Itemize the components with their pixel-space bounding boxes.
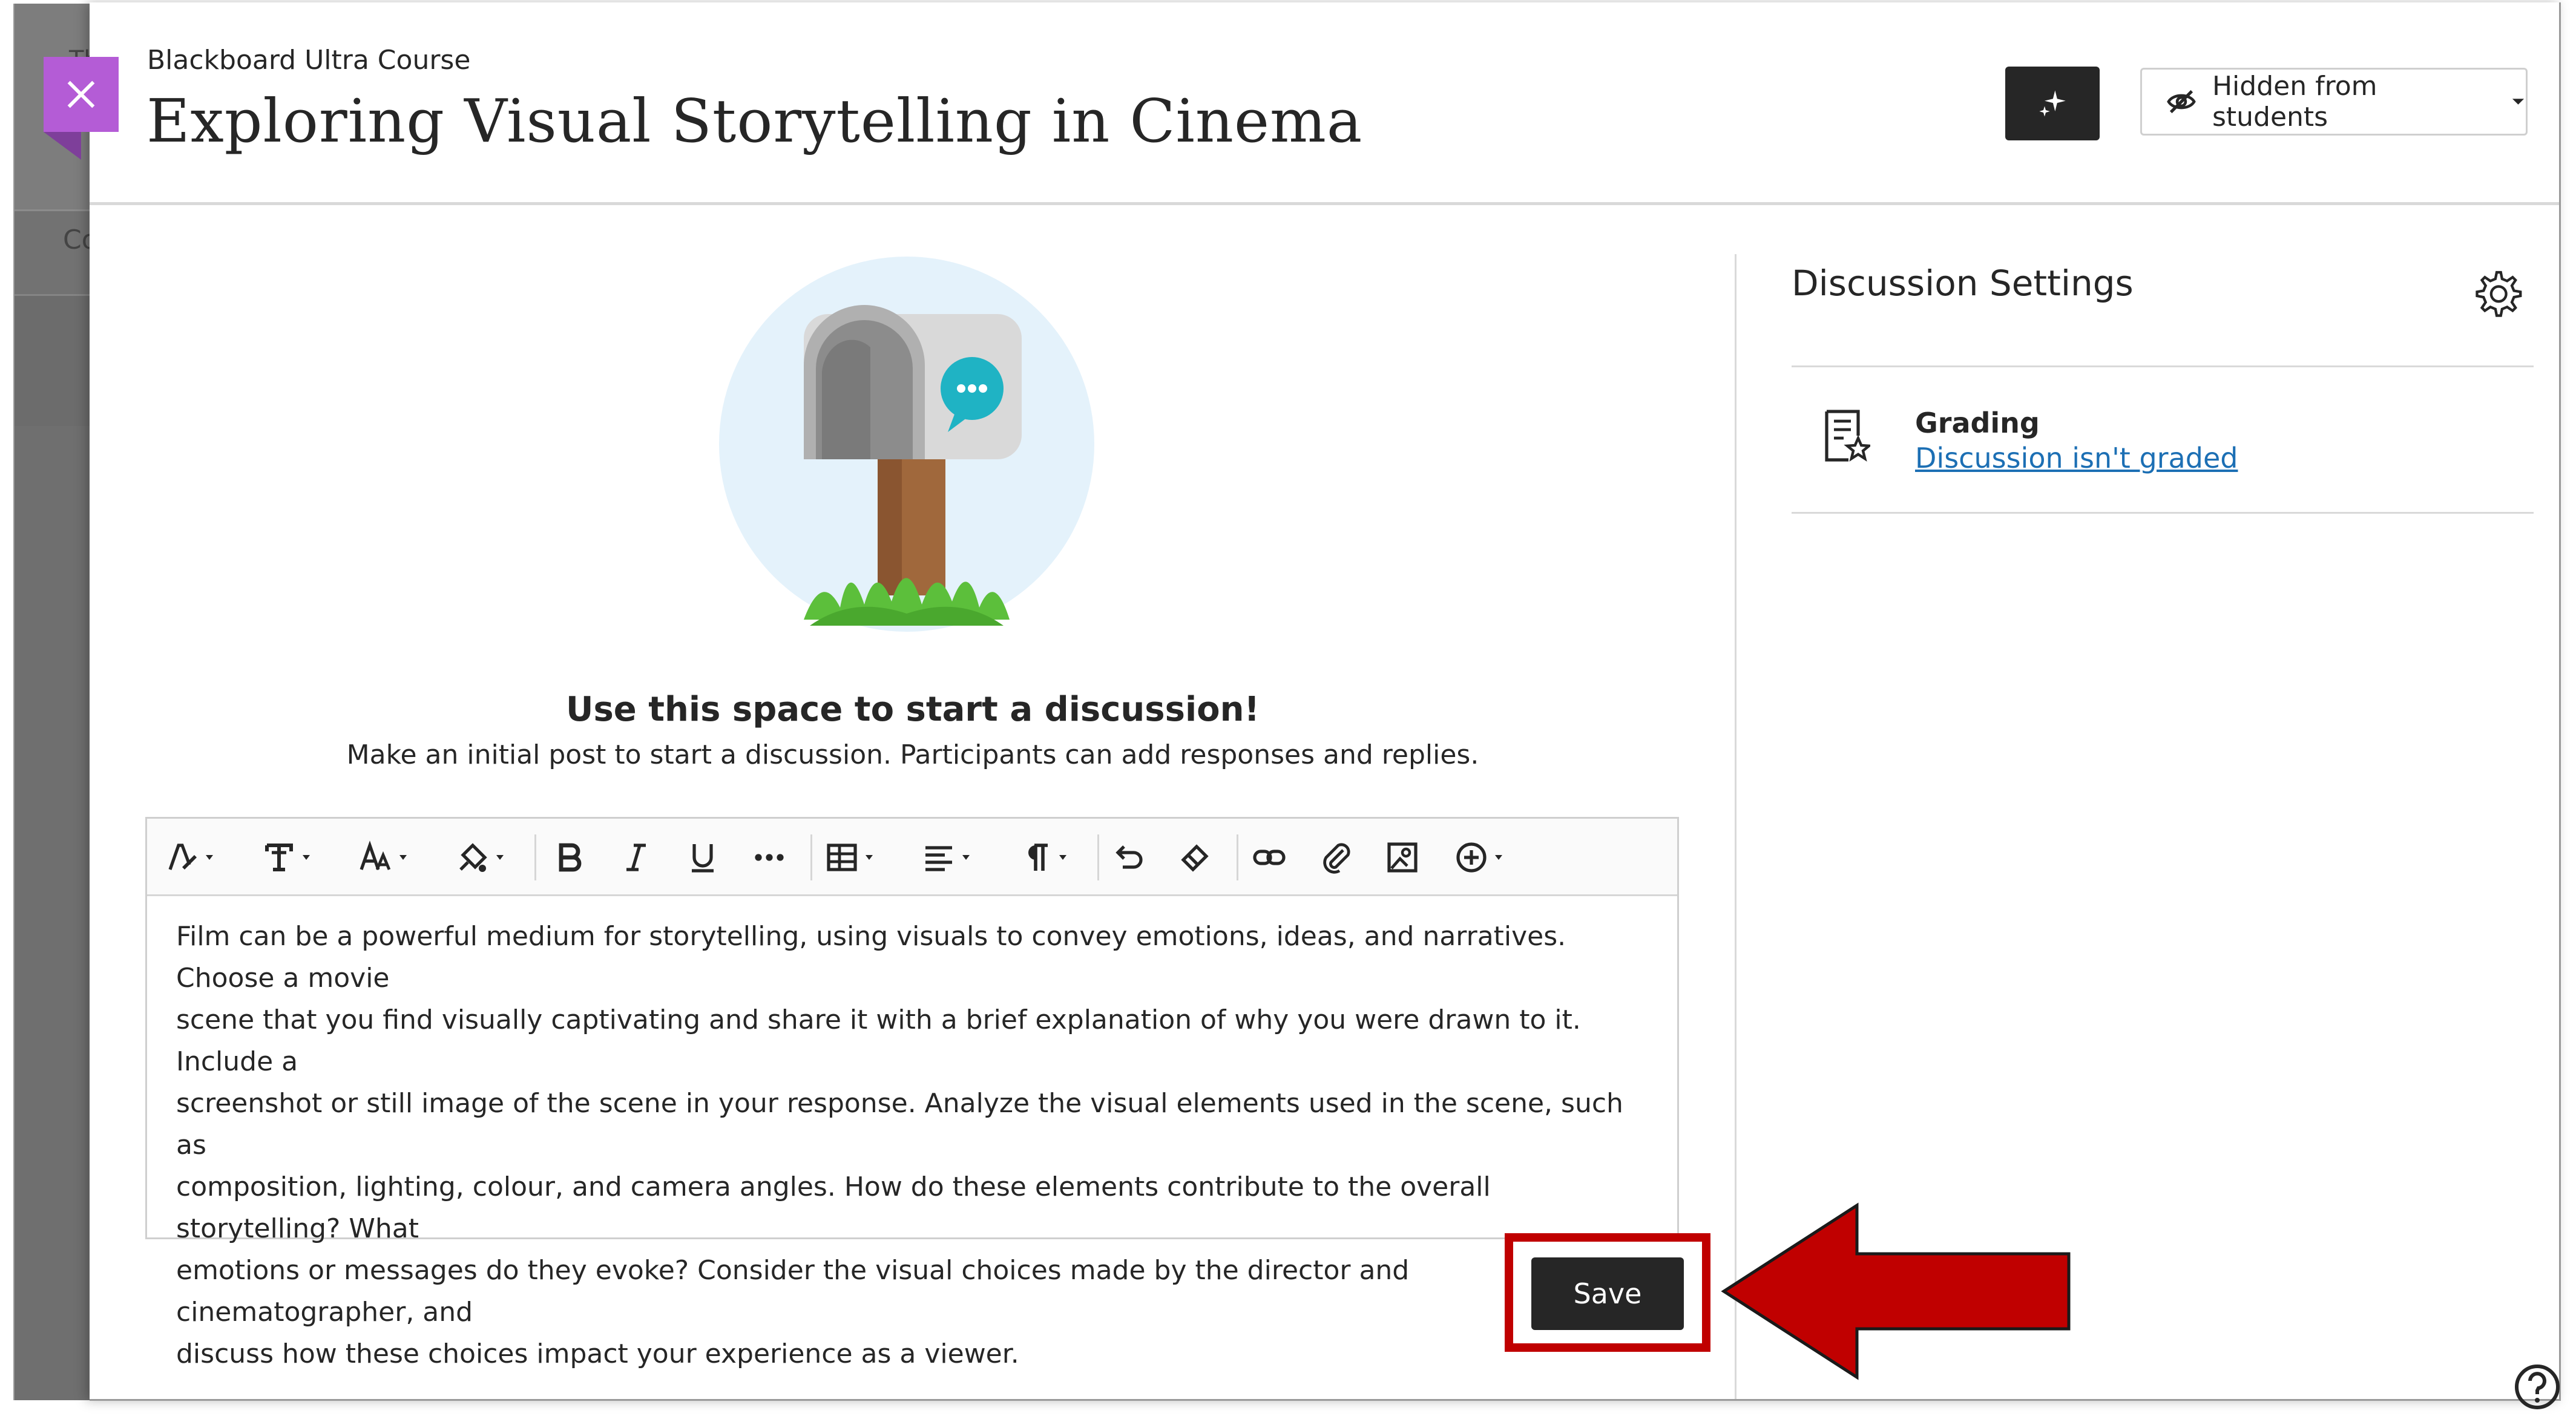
- background-course-page: Th Co: [13, 4, 99, 1400]
- align-button[interactable]: [922, 837, 970, 878]
- link-icon: [1253, 850, 1286, 865]
- visibility-dropdown[interactable]: Hidden from students: [2140, 68, 2528, 136]
- save-button[interactable]: Save: [1531, 1257, 1684, 1330]
- editor-toolbar: [147, 819, 1677, 896]
- settings-title: Discussion Settings: [1792, 263, 2134, 304]
- toolbar-divider: [810, 834, 812, 880]
- settings-separator: [1792, 365, 2534, 367]
- editor-line: scene that you find visually captivating…: [176, 1004, 1581, 1077]
- editor-line: screenshot or still image of the scene i…: [176, 1088, 1623, 1161]
- font-type-button[interactable]: [262, 837, 310, 878]
- chevron-down-icon: [496, 855, 504, 860]
- callout-arrow-icon: [1721, 1202, 2071, 1380]
- paragraph-icon: [1028, 844, 1048, 871]
- eye-slash-icon: [2167, 90, 2196, 114]
- table-icon: [827, 844, 857, 871]
- text-style-button[interactable]: [165, 837, 214, 878]
- insert-content-button[interactable]: [1454, 837, 1503, 878]
- font-size-icon: [360, 840, 391, 870]
- mailbox-illustration: [719, 257, 1094, 632]
- underline-icon: [692, 844, 714, 873]
- chevron-down-icon: [1495, 855, 1502, 860]
- chevron-down-icon: [866, 855, 873, 860]
- italic-icon: [626, 844, 646, 871]
- empty-state-heading: Use this space to start a discussion!: [565, 690, 1260, 729]
- close-button[interactable]: [44, 57, 119, 132]
- image-icon: [1387, 842, 1418, 873]
- toolbar-divider: [1237, 834, 1238, 880]
- chevron-down-icon: [206, 855, 213, 860]
- grading-icon: [1825, 410, 1870, 462]
- undo-icon: [1116, 845, 1143, 869]
- editor-line: composition, lighting, colour, and camer…: [176, 1171, 1491, 1244]
- chevron-down-icon: [1059, 855, 1066, 860]
- insert-link-button[interactable]: [1252, 837, 1286, 878]
- clear-format-button[interactable]: [1178, 837, 1212, 878]
- chevron-down-icon: [962, 855, 970, 860]
- help-icon[interactable]: [2513, 1363, 2561, 1411]
- discussion-panel: Blackboard Ultra Course Exploring Visual…: [90, 2, 2561, 1409]
- highlight-color-button[interactable]: [456, 837, 504, 878]
- align-icon: [925, 846, 952, 871]
- chevron-down-icon: [399, 855, 407, 860]
- undo-button[interactable]: [1112, 837, 1146, 878]
- visibility-label: Hidden from students: [2212, 71, 2377, 133]
- clear-format-icon: [1181, 844, 1209, 872]
- more-icon: [755, 854, 784, 861]
- settings-separator: [1792, 512, 2534, 514]
- toolbar-divider: [1097, 834, 1099, 880]
- editor-line: discuss how these choices impact your ex…: [176, 1338, 1019, 1369]
- text-style-icon: [168, 844, 197, 870]
- insert-image-button[interactable]: [1385, 837, 1419, 878]
- underline-button[interactable]: [686, 837, 720, 878]
- font-size-button[interactable]: [359, 837, 407, 878]
- rich-text-editor[interactable]: Film can be a powerful medium for storyt…: [145, 817, 1679, 1369]
- chevron-down-icon: [2512, 99, 2525, 105]
- bold-icon: [559, 843, 582, 872]
- grading-label: Grading: [1915, 407, 2040, 439]
- italic-button[interactable]: [619, 837, 653, 878]
- empty-state-subtext: Make an initial post to start a discussi…: [346, 739, 1479, 770]
- toolbar-divider: [534, 834, 536, 880]
- editor-line: Film can be a powerful medium for storyt…: [176, 921, 1566, 994]
- course-label: Blackboard Ultra Course: [147, 45, 471, 76]
- page-title: Exploring Visual Storytelling in Cinema: [146, 87, 1363, 156]
- paragraph-button[interactable]: [1019, 837, 1067, 878]
- ai-assist-button[interactable]: [2005, 67, 2100, 140]
- editor-content[interactable]: Film can be a powerful medium for storyt…: [176, 916, 1641, 1375]
- panel-header: Blackboard Ultra Course Exploring Visual…: [90, 2, 2559, 205]
- attach-icon: [1323, 843, 1350, 874]
- close-icon: [67, 80, 95, 108]
- editor-line: emotions or messages do they evoke? Cons…: [176, 1255, 1410, 1328]
- chevron-down-icon: [303, 855, 310, 860]
- insert-content-icon: [1456, 842, 1487, 873]
- grading-link[interactable]: Discussion isn't graded: [1915, 442, 2238, 474]
- more-options-button[interactable]: [752, 837, 786, 878]
- sparkle-icon: [2039, 90, 2066, 117]
- gear-icon[interactable]: [2471, 267, 2523, 319]
- background-row: [15, 294, 91, 426]
- font-type-icon: [265, 844, 293, 871]
- attach-file-button[interactable]: [1319, 837, 1353, 878]
- highlight-color-icon: [459, 843, 487, 872]
- table-button[interactable]: [825, 837, 873, 878]
- close-tab-fold: [44, 132, 81, 160]
- bold-button[interactable]: [553, 837, 586, 878]
